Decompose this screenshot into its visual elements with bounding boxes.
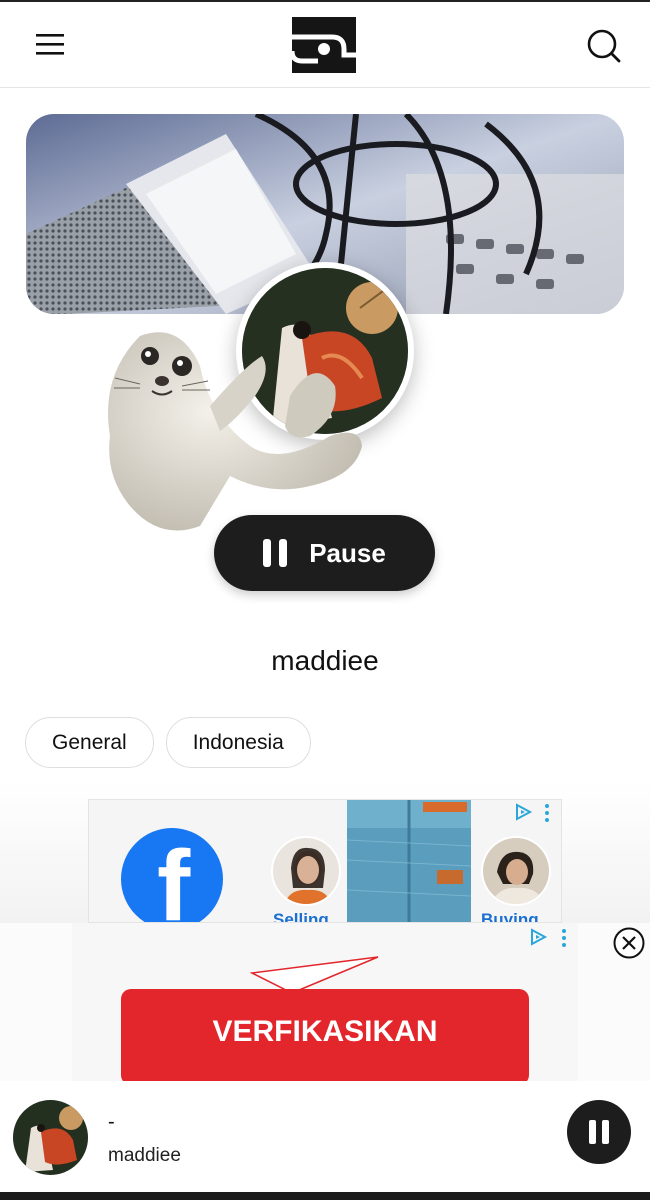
ad-banner-bottom[interactable]: VERFIKASIKAN — [72, 923, 578, 1081]
search-icon[interactable] — [584, 26, 624, 66]
ad-caption-buying: Buying — [481, 910, 539, 923]
ad-caption-selling: Selling — [273, 910, 329, 923]
pause-icon — [263, 539, 288, 567]
pause-icon — [589, 1120, 596, 1144]
ad-person-image — [481, 836, 551, 906]
ad-jeans-image — [347, 800, 471, 922]
hamburger-menu-icon[interactable] — [36, 32, 66, 56]
mini-player-station-name: maddiee — [108, 1145, 181, 1166]
station-name: maddiee — [271, 645, 379, 676]
tag-indonesia[interactable]: Indonesia — [165, 717, 311, 768]
mini-player-track-title: - — [108, 1111, 115, 1133]
facebook-logo-icon: f — [121, 828, 223, 922]
adchoices-icon[interactable] — [528, 927, 548, 952]
verify-button[interactable]: VERFIKASIKAN — [121, 989, 529, 1081]
mini-player[interactable]: - maddiee — [0, 1081, 650, 1192]
adchoices-icon[interactable] — [513, 802, 533, 827]
ad-options-icon[interactable] — [545, 804, 549, 822]
ad-overlay: VERFIKASIKAN — [0, 923, 650, 1081]
ad-person-image — [271, 836, 341, 906]
pause-button[interactable]: Pause — [214, 515, 435, 591]
close-circle-icon[interactable] — [612, 926, 646, 960]
mini-player-pause-button[interactable] — [567, 1100, 631, 1164]
ad-banner-top[interactable]: f Selling Buying — [88, 799, 562, 923]
top-bar — [0, 0, 650, 88]
radio-logo-icon[interactable] — [292, 17, 356, 73]
system-navigation-bar — [0, 1192, 650, 1200]
mini-player-thumbnail — [13, 1100, 88, 1175]
station-tags: General Indonesia — [25, 717, 311, 768]
tag-general[interactable]: General — [25, 717, 154, 768]
pause-button-label: Pause — [309, 537, 386, 568]
seal-sticker-image — [108, 332, 362, 531]
ad-options-icon[interactable] — [562, 929, 566, 947]
pause-icon — [602, 1120, 609, 1144]
